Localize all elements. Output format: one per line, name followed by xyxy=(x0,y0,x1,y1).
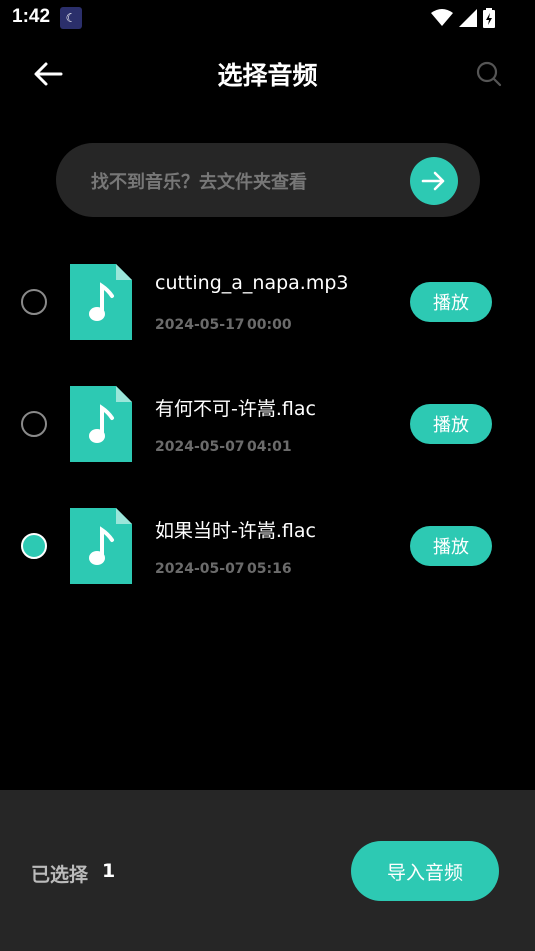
select-radio[interactable] xyxy=(21,289,47,315)
file-duration: 04:01 xyxy=(247,439,292,455)
audio-file-list: cutting_a_napa.mp3 2024-05-17 00:00 播放 有… xyxy=(0,240,535,606)
music-file-icon xyxy=(70,264,132,340)
nav-bar: 选择音频 xyxy=(0,36,535,112)
page-title: 选择音频 xyxy=(217,61,318,90)
file-date: 2024-05-17 xyxy=(155,317,245,333)
import-audio-button[interactable]: 导入音频 xyxy=(351,841,499,901)
play-button[interactable]: 播放 xyxy=(410,282,492,322)
select-radio[interactable] xyxy=(21,411,47,437)
moon-app-icon: ☾ xyxy=(60,7,82,29)
selection-footer: 已选择 1 导入音频 xyxy=(0,790,535,951)
list-item[interactable]: 如果当时-许嵩.flac 2024-05-07 05:16 播放 xyxy=(0,484,535,606)
file-name: 有何不可-许嵩.flac xyxy=(155,398,316,420)
play-button[interactable]: 播放 xyxy=(410,404,492,444)
open-folder-button[interactable] xyxy=(410,157,458,205)
signal-icon xyxy=(459,9,477,27)
select-radio[interactable] xyxy=(21,533,47,559)
list-item[interactable]: cutting_a_napa.mp3 2024-05-17 00:00 播放 xyxy=(0,240,535,362)
status-icons xyxy=(431,8,495,28)
selected-count: 1 xyxy=(102,860,116,882)
battery-icon xyxy=(483,8,495,28)
list-item[interactable]: 有何不可-许嵩.flac 2024-05-07 04:01 播放 xyxy=(0,362,535,484)
file-date: 2024-05-07 xyxy=(155,439,245,455)
play-button[interactable]: 播放 xyxy=(410,526,492,566)
file-date: 2024-05-07 xyxy=(155,561,245,577)
file-name: cutting_a_napa.mp3 xyxy=(155,272,349,294)
arrow-right-icon xyxy=(421,171,445,191)
status-bar: 1:42 ☾ xyxy=(0,0,535,36)
search-icon xyxy=(476,61,502,87)
selected-label: 已选择 xyxy=(31,864,89,886)
wifi-icon xyxy=(431,9,453,26)
search-button[interactable] xyxy=(473,58,505,90)
banner-text: 找不到音乐？去文件夹查看 xyxy=(91,172,307,193)
file-name: 如果当时-许嵩.flac xyxy=(155,520,316,542)
music-file-icon xyxy=(70,508,132,584)
music-file-icon xyxy=(70,386,132,462)
find-music-banner[interactable]: 找不到音乐？去文件夹查看 xyxy=(56,143,480,217)
file-duration: 00:00 xyxy=(247,317,292,333)
status-time: 1:42 xyxy=(12,6,51,27)
file-duration: 05:16 xyxy=(247,561,292,577)
